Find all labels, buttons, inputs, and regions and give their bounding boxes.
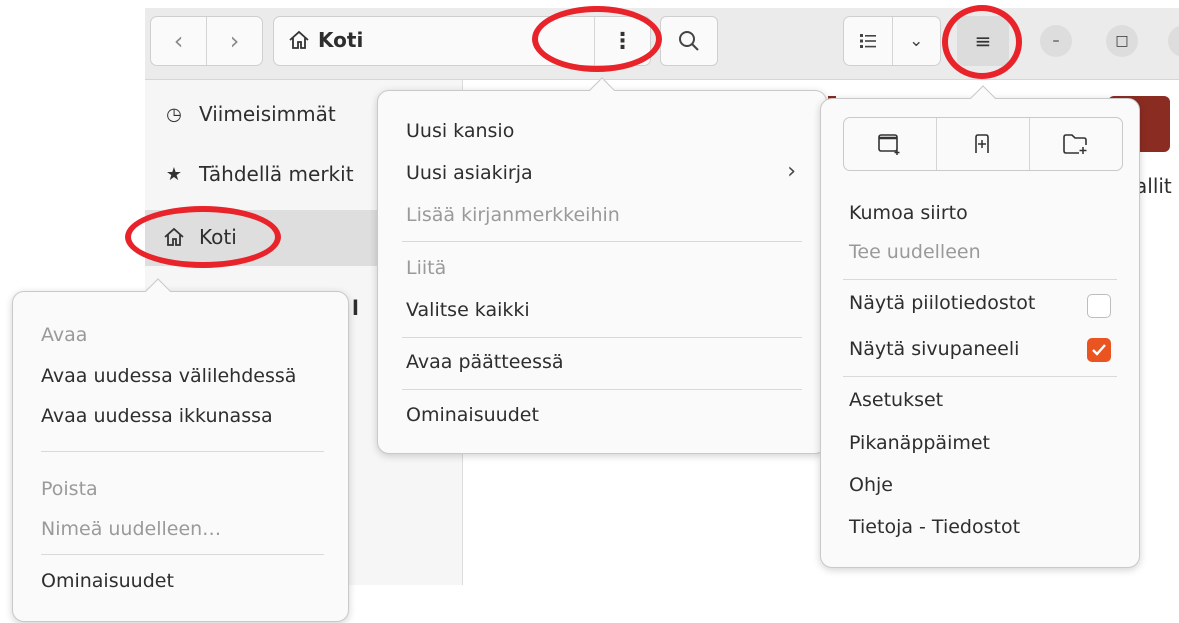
chevron-down-icon[interactable]: ⌄ (891, 17, 941, 65)
menu-item-preferences[interactable]: Asetukset (849, 389, 943, 411)
navigation-buttons: ‹ › (150, 16, 263, 66)
minimize-icon: – (1052, 33, 1060, 49)
path-label: Koti (318, 28, 364, 52)
menu-separator (402, 241, 802, 242)
menu-separator (402, 389, 802, 390)
search-icon (679, 31, 699, 51)
sidebar-item-label: Tähdellä merkit (199, 162, 354, 186)
menu-item-help[interactable]: Ohje (849, 474, 893, 496)
sidebar-item-starred[interactable]: ★ Tähdellä merkit (163, 162, 373, 186)
new-folder-icon (1063, 134, 1087, 154)
menu-item-show-sidebar[interactable]: Näytä sivupaneeli (849, 338, 1019, 360)
menu-item-keyboard-shortcuts[interactable]: Pikanäppäimet (849, 432, 990, 454)
menu-item-properties[interactable]: Ominaisuudet (41, 570, 174, 592)
menu-item-select-all[interactable]: Valitse kaikki (406, 299, 530, 321)
menu-separator (41, 451, 324, 452)
search-button[interactable] (660, 16, 718, 66)
menu-item-open-new-window[interactable]: Avaa uudessa ikkunassa (41, 405, 273, 427)
view-toggle: ⌄ (843, 16, 941, 66)
menu-item-rename[interactable]: Nimeä uudelleen… (41, 518, 221, 540)
new-window-button[interactable] (844, 118, 936, 170)
menu-separator (41, 554, 324, 555)
new-tab-icon (975, 134, 989, 153)
chevron-left-icon[interactable]: ‹ (151, 17, 206, 65)
menu-item-undo-move[interactable]: Kumoa siirto (849, 202, 968, 224)
annotation-circle (942, 5, 1022, 79)
menu-separator (402, 337, 802, 338)
menu-item-add-bookmark[interactable]: Lisää kirjanmerkkeihin (406, 204, 620, 226)
clock-icon: ◷ (166, 103, 182, 125)
sidebar-item-label: Viimeisimmät (199, 102, 336, 126)
menu-item-paste[interactable]: Liitä (406, 257, 446, 279)
sidebar-item-recent[interactable]: ◷ Viimeisimmät (163, 102, 336, 126)
main-menu: Kumoa siirto Tee uudelleen Näytä piiloti… (820, 85, 1140, 568)
chevron-right-icon[interactable]: › (206, 17, 262, 65)
menu-item-open-terminal[interactable]: Avaa päätteessä (406, 351, 564, 373)
annotation-circle (125, 206, 281, 268)
menu-item-redo[interactable]: Tee uudelleen (849, 241, 981, 263)
show-sidebar-checkbox[interactable] (1087, 338, 1111, 362)
home-icon (289, 30, 309, 49)
new-tab-button[interactable] (936, 118, 1029, 170)
menu-separator (843, 279, 1117, 280)
checkmark-icon (1092, 344, 1106, 356)
menu-item-show-hidden[interactable]: Näytä piilotiedostot (849, 292, 1035, 314)
chevron-right-icon: › (787, 159, 796, 184)
file-label-partial: allit (1135, 174, 1172, 198)
sidebar-context-menu: Avaa Avaa uudessa välilehdessä Avaa uude… (12, 278, 349, 622)
menu-item-open[interactable]: Avaa (41, 324, 87, 346)
new-folder-button[interactable] (1029, 118, 1122, 170)
menu-separator (843, 376, 1117, 377)
maximize-icon: □ (1115, 33, 1129, 49)
path-context-menu: Uusi kansio Uusi asiakirja › Lisää kirja… (377, 77, 827, 454)
menu-item-delete[interactable]: Poista (41, 478, 98, 500)
new-window-icon (878, 134, 900, 155)
path-current[interactable]: Koti (288, 28, 363, 52)
list-view-icon[interactable] (844, 17, 892, 65)
menu-item-new-folder[interactable]: Uusi kansio (406, 120, 514, 142)
menu-item-about[interactable]: Tietoja - Tiedostot (849, 516, 1020, 538)
window-actions (843, 117, 1123, 171)
file-label-partial: l (352, 296, 359, 320)
star-icon: ★ (165, 163, 183, 185)
menu-item-new-document[interactable]: Uusi asiakirja (406, 162, 533, 184)
annotation-circle (532, 6, 662, 72)
maximize-button[interactable]: □ (1106, 25, 1138, 57)
minimize-button[interactable]: – (1040, 25, 1072, 57)
show-hidden-checkbox[interactable] (1087, 294, 1111, 318)
menu-item-open-new-tab[interactable]: Avaa uudessa välilehdessä (41, 365, 296, 387)
menu-item-properties[interactable]: Ominaisuudet (406, 404, 539, 426)
